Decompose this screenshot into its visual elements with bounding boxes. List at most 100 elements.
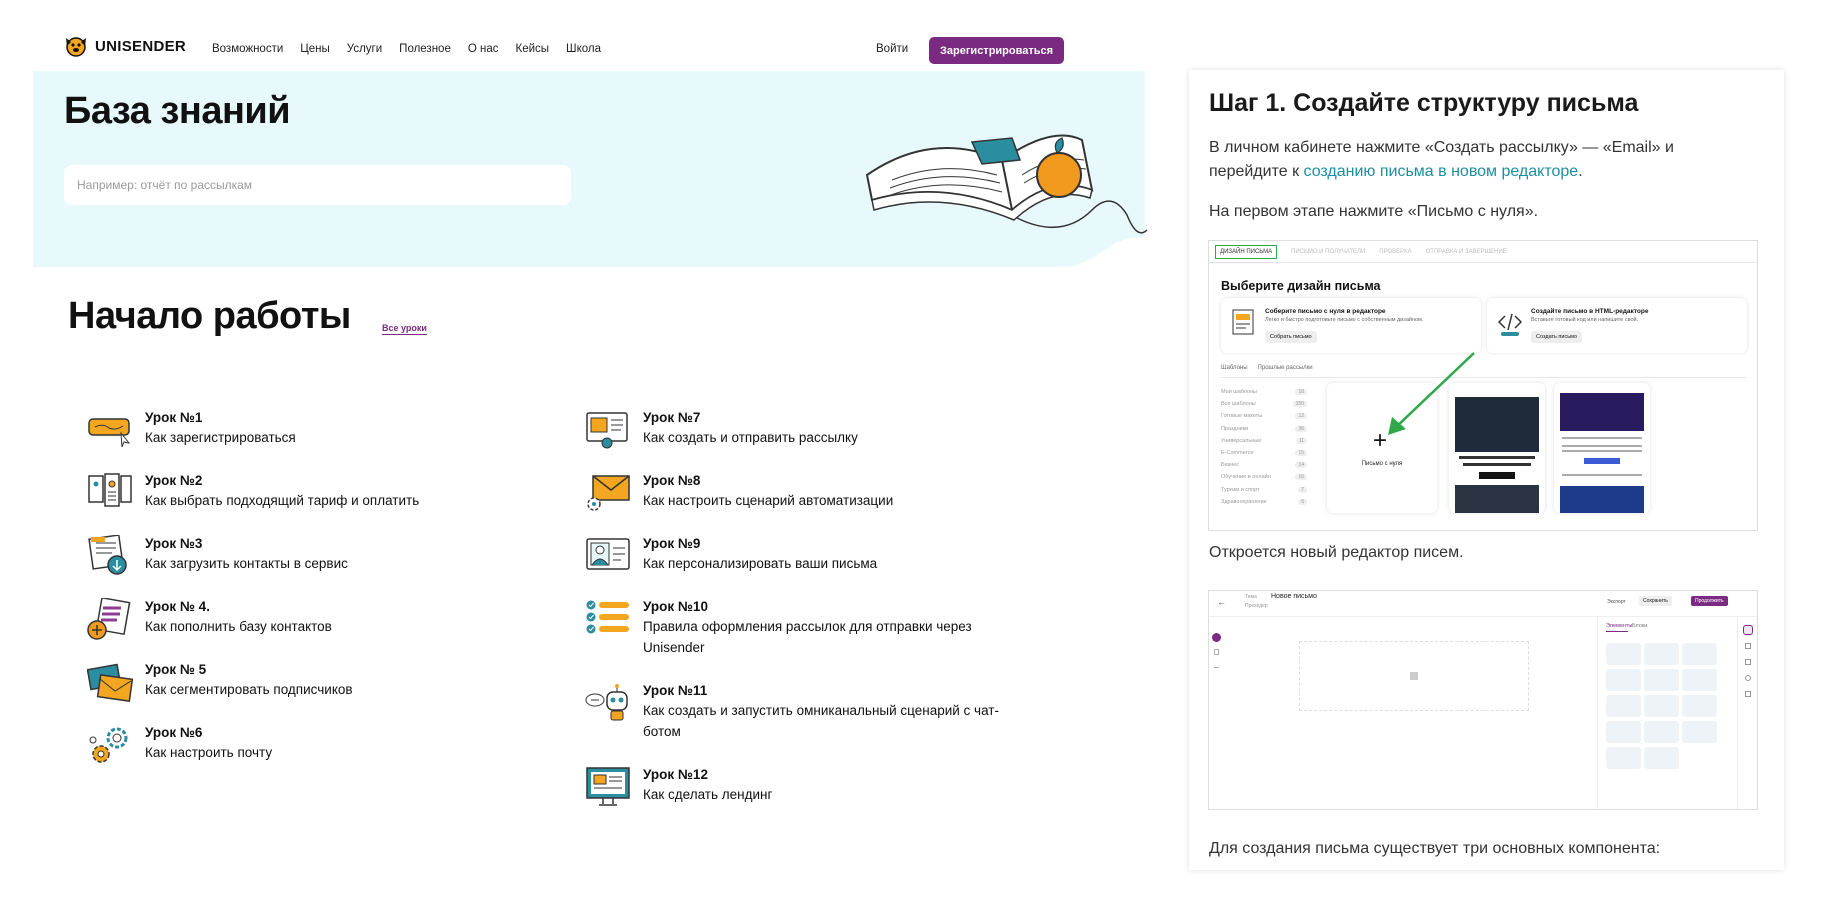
- lesson-item[interactable]: Урок №12 Как сделать лендинг: [585, 766, 772, 808]
- login-link[interactable]: Войти: [876, 43, 908, 55]
- automation-envelope-icon: [587, 475, 630, 511]
- menu-item-school[interactable]: Школа: [566, 43, 601, 55]
- editor-card-icon: [1232, 309, 1254, 335]
- lesson-item[interactable]: Урок №2 Как выбрать подходящий тариф и оп…: [87, 472, 419, 514]
- tab-send: ОТПРАВКА И ЗАВЕРШЕНИЕ: [1425, 248, 1507, 255]
- design-choice-screenshot: ДИЗАЙН ПИСЬМА ПИСЬМО И ПОЛУЧАТЕЛИ ПРОВЕР…: [1208, 240, 1758, 531]
- all-lessons-link[interactable]: Все уроки: [382, 323, 427, 335]
- upload-contacts-icon: [88, 535, 127, 575]
- back-arrow-icon: ←: [1217, 597, 1226, 607]
- search-input[interactable]: [64, 165, 571, 205]
- lesson-item[interactable]: Урок №6 Как настроить почту: [87, 724, 272, 766]
- lesson-item[interactable]: Урок №9 Как персонализировать ваши письма: [585, 535, 877, 577]
- tile-video: [1644, 669, 1679, 691]
- lesson-title: Урок №9: [643, 536, 701, 551]
- tile-image: [1606, 643, 1641, 665]
- menu-item-cases[interactable]: Кейсы: [516, 43, 550, 55]
- person-card-icon: [586, 538, 630, 570]
- tile-heading: [1606, 669, 1641, 691]
- editor-right-rail: [1737, 617, 1757, 809]
- article-text: .: [1578, 163, 1583, 180]
- lesson-desc: Как создать и отправить рассылку: [643, 430, 858, 445]
- lesson-item[interactable]: Урок № 5 Как сегментировать подписчиков: [87, 661, 353, 703]
- menu-item-prices[interactable]: Цены: [300, 43, 330, 55]
- chatbot-icon: [585, 684, 628, 721]
- subtab-templates: Шаблоны: [1221, 365, 1248, 371]
- lesson-desc: Как настроить почту: [145, 745, 273, 760]
- keyboard-cursor-icon: [88, 418, 131, 448]
- category-item: Готовые макеты 12: [1221, 413, 1307, 425]
- editor-screenshot: ← Тема Прехедер Новое письмо Экспорт Сох…: [1208, 590, 1758, 810]
- lesson-desc: Как настроить сценарий автоматизации: [643, 493, 894, 508]
- subject-label: Тема: [1245, 594, 1257, 600]
- lesson-title: Урок №10: [643, 599, 708, 614]
- code-icon: [1497, 313, 1523, 336]
- tile-accordion: [1644, 747, 1679, 769]
- panel-tab-elements: Элементы: [1606, 623, 1633, 629]
- preheader-label: Прехедер: [1245, 603, 1268, 609]
- menu-item-useful[interactable]: Полезное: [399, 43, 451, 55]
- menu-item-features[interactable]: Возможности: [212, 43, 283, 55]
- tile-button: [1644, 643, 1679, 665]
- subtab-past: Прошлые рассылки: [1257, 365, 1313, 371]
- logo[interactable]: UNISENDER: [63, 34, 186, 58]
- lesson-title: Урок №8: [643, 473, 701, 488]
- tile-menu: [1644, 695, 1679, 717]
- tile-carousel: [1606, 747, 1641, 769]
- tariff-cards-icon: [88, 473, 132, 507]
- tab-check: ПРОВЕРКА: [1379, 248, 1412, 255]
- lesson-title: Урок №6: [145, 725, 203, 740]
- lesson-desc: Как персонализировать ваши письма: [643, 556, 878, 571]
- envelopes-icon: [87, 663, 133, 702]
- build-letter-button: Собрать письмо: [1265, 331, 1317, 343]
- category-item: Мои шаблоны 10: [1221, 389, 1307, 401]
- lesson-item[interactable]: Урок №10 Правила оформления рассылок для …: [585, 598, 972, 658]
- lesson-item[interactable]: Урок № 4. Как пополнить базу контактов: [87, 598, 332, 640]
- create-letter-button: Создать письмо: [1531, 331, 1582, 343]
- tile-spacer: [1682, 669, 1717, 691]
- category-item: Туризм и спорт 7: [1221, 486, 1307, 499]
- lesson-item[interactable]: Урок №8 Как настроить сценарий автоматиза…: [585, 472, 893, 514]
- lesson-title: Урок №2: [145, 473, 203, 488]
- lesson-desc: ботом: [643, 724, 681, 739]
- gears-icon: [89, 727, 128, 763]
- html-card-desc: Вставьте готовый код или напишите свой.: [1531, 317, 1639, 323]
- menu-item-services[interactable]: Услуги: [347, 43, 382, 55]
- lesson-item[interactable]: Урок №1 Как зарегистрироваться: [87, 409, 296, 451]
- blank-letter-label: Письмо с нуля: [1361, 461, 1403, 467]
- divider: [1221, 377, 1746, 378]
- continue-button: Продолжить: [1691, 596, 1728, 606]
- editor-title: Новое письмо: [1271, 593, 1317, 600]
- tile-up: [1682, 721, 1717, 743]
- tile-timer: [1644, 721, 1679, 743]
- lesson-item[interactable]: Урок №3 Как загрузить контакты в сервис: [87, 535, 348, 577]
- lesson-desc: Как сделать лендинг: [643, 787, 773, 802]
- lesson-item[interactable]: Урок №11 Как создать и запустить омникана…: [585, 682, 999, 742]
- menu-item-about[interactable]: О нас: [468, 43, 499, 55]
- tab-design: ДИЗАЙН ПИСЬМА: [1215, 244, 1278, 259]
- new-editor-link[interactable]: созданию письма в новом редакторе: [1304, 163, 1579, 180]
- category-item: E-Commerce 15: [1221, 449, 1307, 462]
- design-title: Выберите дизайн письма: [1221, 279, 1381, 293]
- article-panel: Шаг 1. Создайте структуру письма В лично…: [1189, 70, 1784, 870]
- category-item: Универсальные 11: [1221, 437, 1307, 450]
- checklist-icon: [586, 600, 629, 634]
- dog-logo-icon: [66, 37, 86, 57]
- tab-letter: ПИСЬМО И ПОЛУЧАТЕЛИ: [1291, 248, 1366, 255]
- lesson-desc: Правила оформления рассылок для отправки…: [643, 619, 972, 634]
- category-item: Бизнес 14: [1221, 462, 1307, 474]
- editor-card-title: Соберите письмо с нуля в редакторе: [1265, 308, 1386, 315]
- template-preview-purple: [1554, 383, 1650, 513]
- lesson-desc: Как создать и запустить омниканальный сц…: [643, 703, 999, 718]
- signup-button[interactable]: Зарегистрироваться: [929, 37, 1065, 64]
- editor-left-rail: [1209, 617, 1223, 809]
- tile-columns: [1682, 695, 1717, 717]
- lesson-title: Урок № 4.: [145, 599, 210, 614]
- template-categories: Мои шаблоны 10 Все шаблоны 150 Готовые мак…: [1221, 389, 1307, 511]
- editor-canvas: [1299, 641, 1529, 711]
- html-card-title: Создайте письмо в HTML-редакторе: [1531, 308, 1649, 315]
- lesson-item[interactable]: Урок №7 Как создать и отправить рассылку: [585, 409, 858, 451]
- tile-text: [1682, 643, 1717, 665]
- lesson-title: Урок № 5: [145, 662, 207, 677]
- elements-panel: Элементы Блоки: [1597, 617, 1737, 809]
